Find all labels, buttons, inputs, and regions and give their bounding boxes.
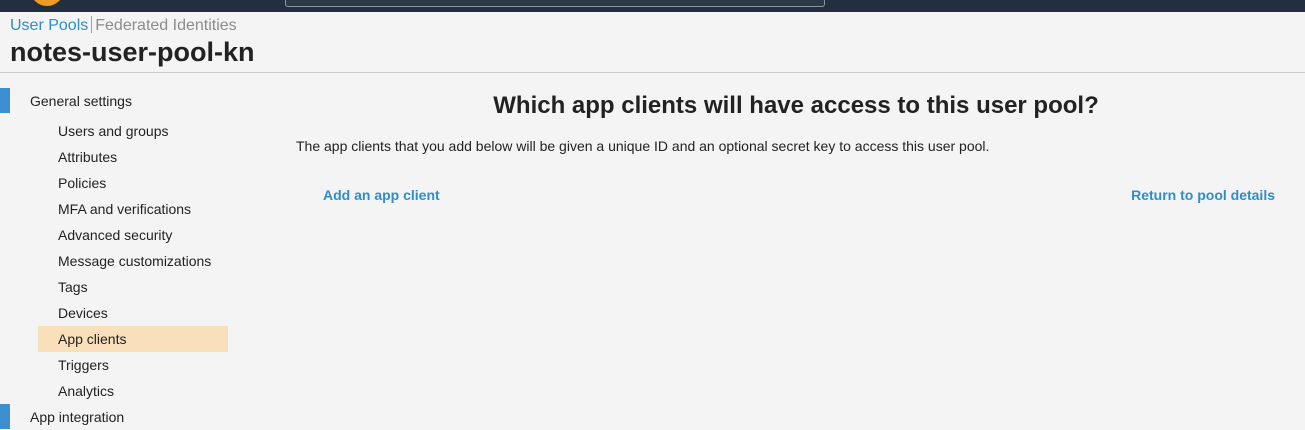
federated-identities-tab[interactable]: Federated Identities	[95, 17, 236, 34]
sidebar-item-label: Message customizations	[58, 253, 212, 269]
sidebar-item-label: MFA and verifications	[58, 201, 192, 217]
return-to-pool-details-link[interactable]: Return to pool details	[1131, 187, 1275, 203]
sidebar-item-triggers[interactable]: Triggers	[38, 352, 228, 378]
aws-top-nav-bar	[0, 0, 1305, 12]
sidebar-item-label: Triggers	[58, 357, 109, 373]
breadcrumb-separator	[91, 16, 93, 33]
page-title: notes-user-pool-kn	[10, 37, 255, 67]
sidebar-item-policies[interactable]: Policies	[38, 170, 228, 196]
sidebar-item-label: Users and groups	[58, 123, 169, 139]
sidebar-section-label[interactable]: General settings	[30, 93, 132, 109]
section-indicator-bar	[0, 88, 10, 113]
sidebar-item-attributes[interactable]: Attributes	[38, 144, 228, 170]
section-description: The app clients that you add below will …	[296, 138, 990, 154]
section-indicator-bar	[0, 404, 10, 429]
search-input[interactable]	[285, 0, 825, 7]
sidebar-item-label: Policies	[58, 175, 107, 191]
sidebar-item-mfa-and-verifications[interactable]: MFA and verifications	[38, 196, 228, 222]
sidebar-section-label[interactable]: App integration	[30, 409, 124, 425]
sidebar-item-label: Tags	[58, 279, 88, 295]
user-pools-tab[interactable]: User Pools	[10, 17, 88, 34]
sidebar-section-app-integration[interactable]: App integration	[0, 404, 240, 430]
sidebar-item-devices[interactable]: Devices	[38, 300, 228, 326]
breadcrumb: User Pools Federated Identities	[10, 16, 237, 35]
sidebar-item-app-clients[interactable]: App clients	[38, 326, 228, 352]
sidebar-item-label: Attributes	[58, 149, 118, 165]
section-heading: Which app clients will have access to th…	[493, 92, 1099, 119]
sidebar-item-label: Advanced security	[58, 227, 173, 243]
sidebar-item-label: Analytics	[58, 383, 115, 399]
aws-logo-icon[interactable]	[30, 0, 64, 6]
sidebar-item-users-and-groups[interactable]: Users and groups	[38, 118, 228, 144]
sidebar-item-message-customizations[interactable]: Message customizations	[38, 248, 228, 274]
sidebar-item-analytics[interactable]: Analytics	[38, 378, 228, 404]
main-content: Which app clients will have access to th…	[240, 73, 1305, 422]
sidebar: General settings Users and groups Attrib…	[0, 73, 240, 429]
sidebar-section-general-settings[interactable]: General settings	[0, 88, 240, 114]
sidebar-item-advanced-security[interactable]: Advanced security	[38, 222, 228, 248]
sidebar-item-label: App clients	[58, 331, 127, 347]
sidebar-item-tags[interactable]: Tags	[38, 274, 228, 300]
sidebar-item-label: Devices	[58, 305, 108, 321]
add-app-client-link[interactable]: Add an app client	[323, 187, 440, 203]
